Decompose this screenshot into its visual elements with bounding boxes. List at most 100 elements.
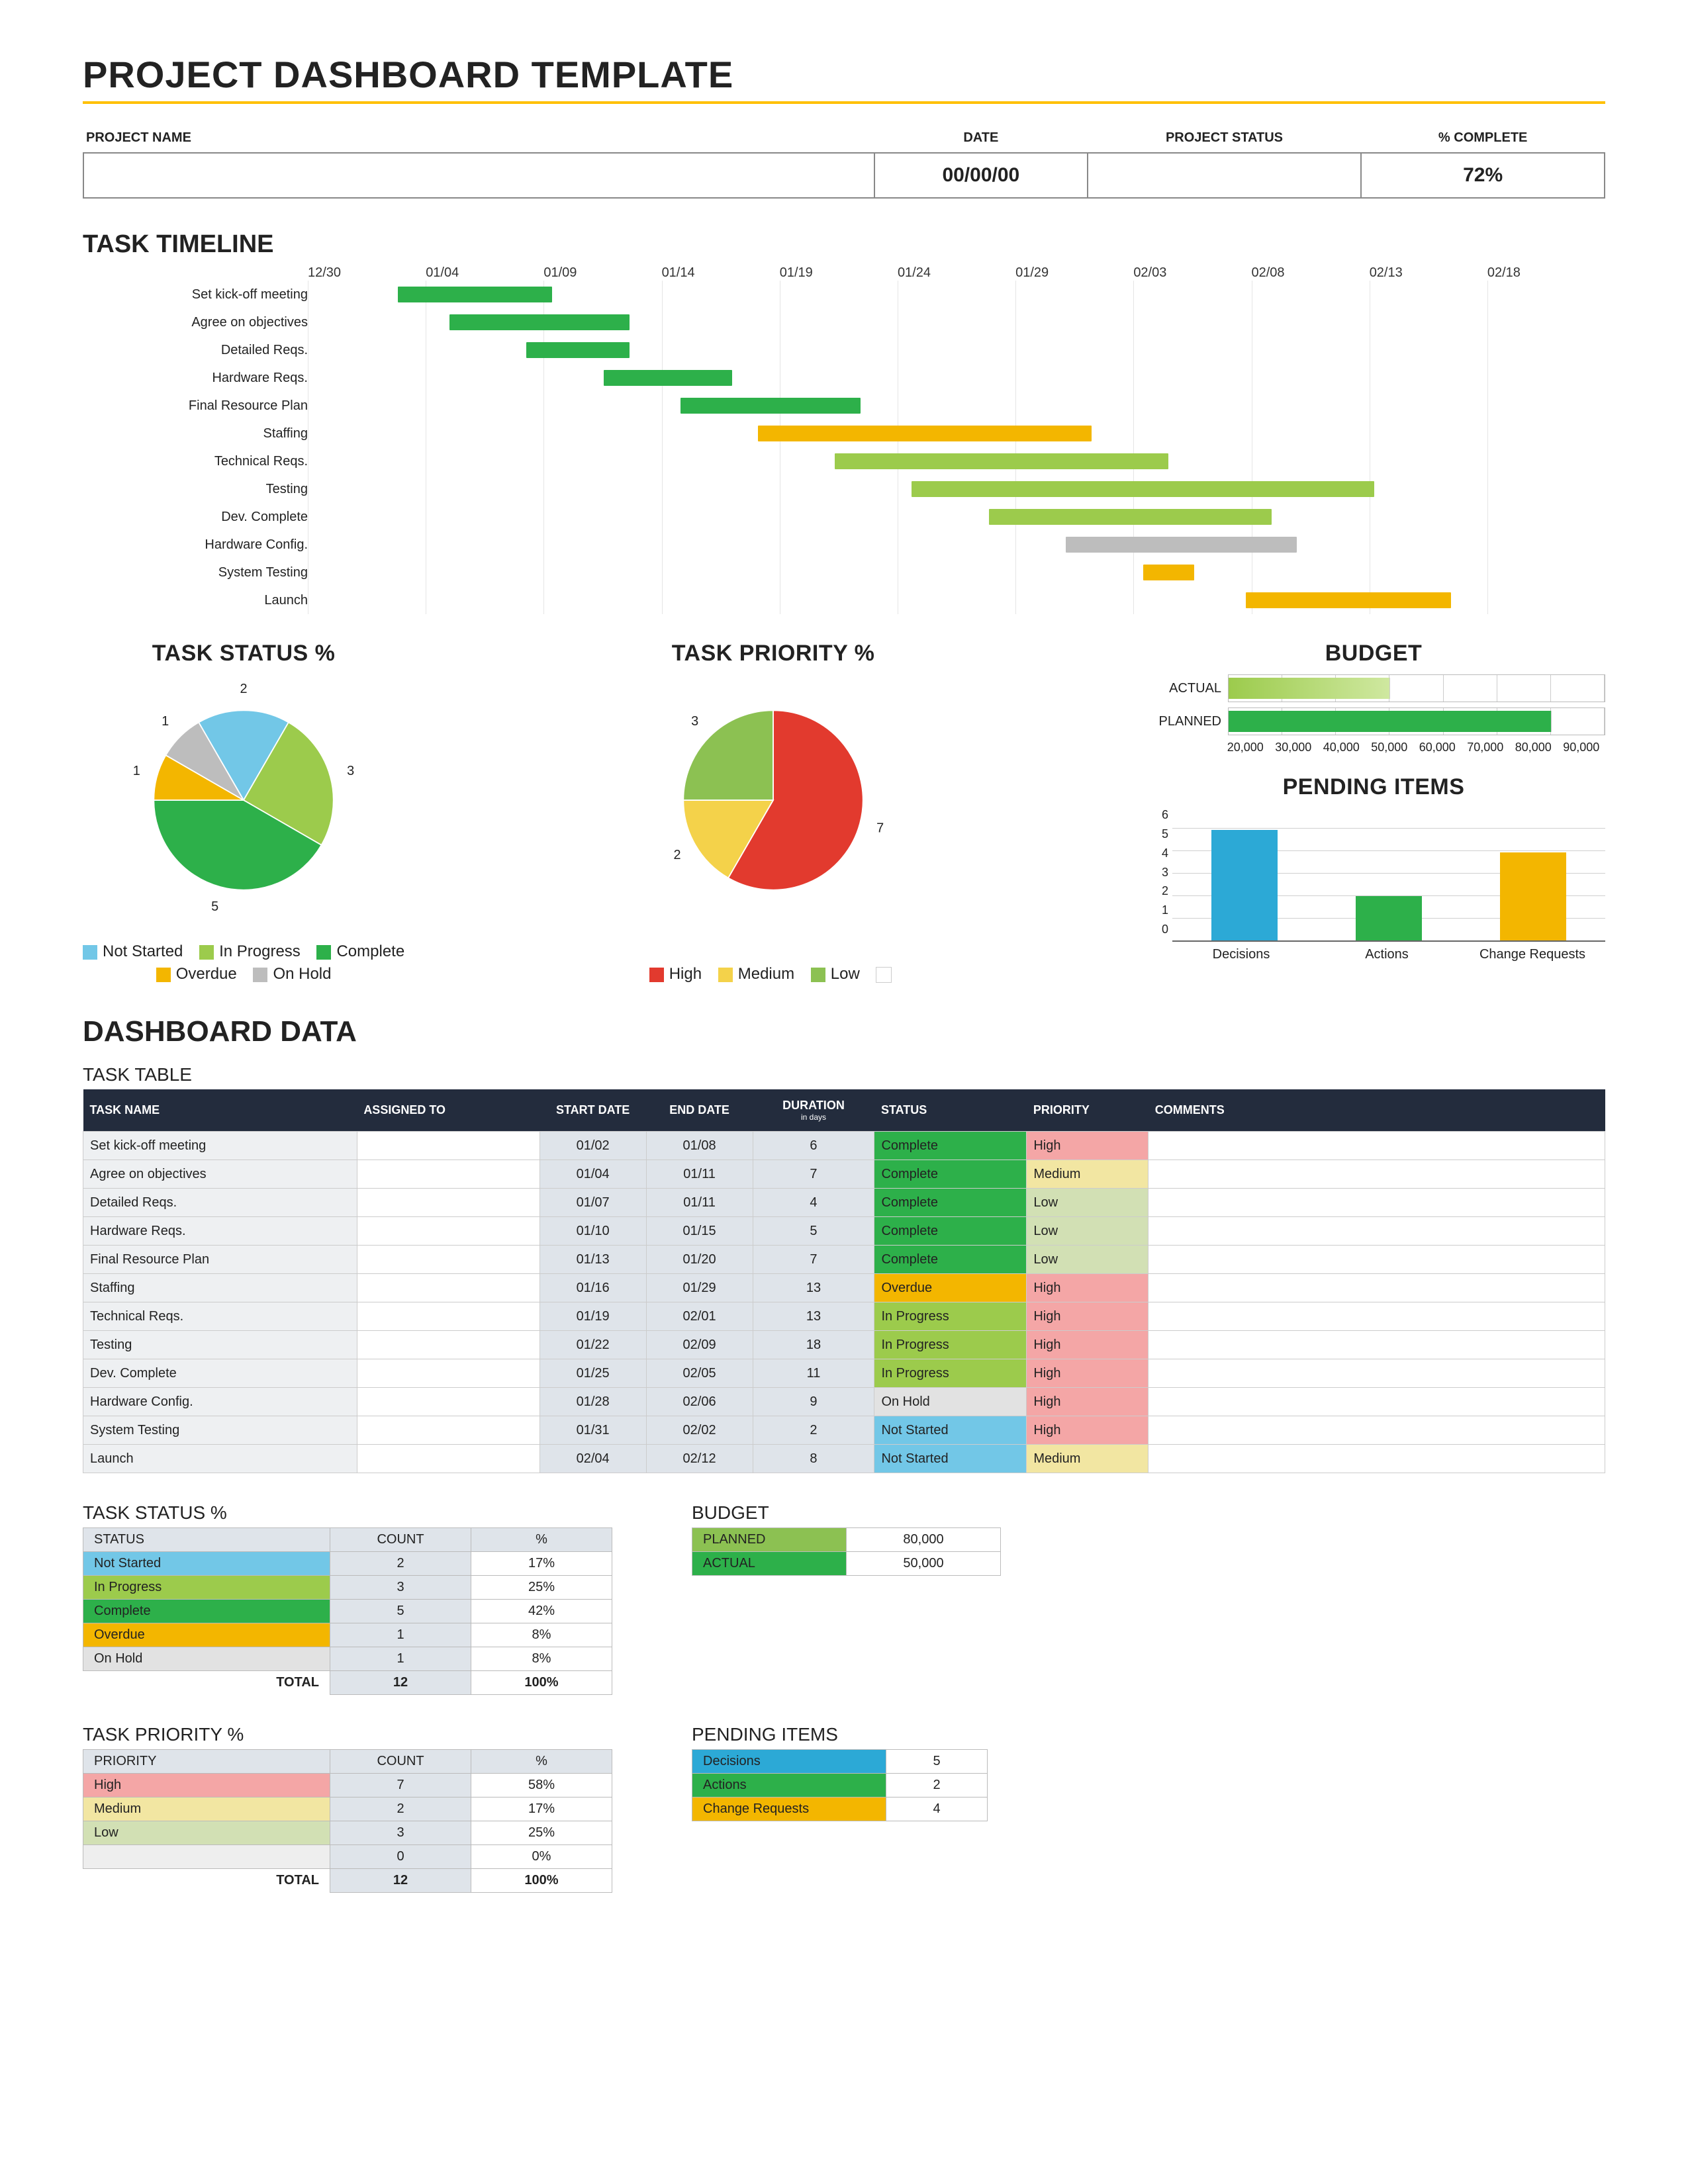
- pie-value-label: 2: [240, 682, 248, 696]
- priority-sum-row: Low325%: [83, 1821, 612, 1845]
- pending-title: PENDING ITEMS: [1142, 774, 1605, 800]
- ss-th-status: STATUS: [83, 1528, 330, 1552]
- ps-th-count: COUNT: [330, 1750, 471, 1774]
- task-row: Set kick-off meeting01/0201/086CompleteH…: [83, 1132, 1605, 1160]
- gantt-row: Dev. Complete: [83, 503, 1605, 531]
- budget-table-title: BUDGET: [692, 1502, 1001, 1524]
- status-sum-row: In Progress325%: [83, 1576, 612, 1600]
- th-assigned: ASSIGNED TO: [357, 1089, 539, 1132]
- right-charts: BUDGET ACTUALPLANNED 20,00030,00040,0005…: [1142, 641, 1605, 983]
- gantt-bar: [449, 314, 630, 330]
- gantt-task-label: Agree on objectives: [83, 315, 321, 330]
- pie-value-label: 7: [876, 821, 884, 836]
- budget-table: PLANNED 80,000 ACTUAL 50,000: [692, 1527, 1001, 1576]
- pie-value-label: 5: [211, 899, 218, 914]
- gantt-task-label: Testing: [83, 482, 321, 497]
- pie-value-label: 2: [674, 848, 681, 862]
- gantt-task-label: Hardware Config.: [83, 537, 321, 553]
- task-priority-pie: TASK PRIORITY % 723 High Medium Low: [647, 641, 899, 983]
- status-summary-table: STATUS COUNT % Not Started217%In Progres…: [83, 1527, 612, 1695]
- gantt-bar: [912, 481, 1374, 497]
- task-table-title: TASK TABLE: [83, 1064, 1605, 1085]
- gantt-row: Agree on objectives: [83, 308, 1605, 336]
- pending-col: [1172, 830, 1317, 940]
- bt-planned-val: 80,000: [847, 1528, 1001, 1552]
- status-sum-row: On Hold18%: [83, 1647, 612, 1671]
- budget-row: ACTUAL: [1142, 674, 1605, 702]
- budget-row-label: PLANNED: [1142, 714, 1228, 729]
- pending-row: Decisions5: [692, 1750, 988, 1774]
- task-row: Hardware Reqs.01/1001/155CompleteLow: [83, 1217, 1605, 1246]
- th-name: TASK NAME: [83, 1089, 357, 1132]
- gantt-bar: [604, 370, 732, 386]
- dashboard-data-title: DASHBOARD DATA: [83, 1015, 1605, 1048]
- ps-th-priority: PRIORITY: [83, 1750, 330, 1774]
- budget-bar: [1229, 678, 1390, 699]
- priority-summary-title: TASK PRIORITY %: [83, 1724, 612, 1745]
- gantt-row: Staffing: [83, 420, 1605, 447]
- gantt-bar: [680, 398, 861, 414]
- th-priority: PRIORITY: [1027, 1089, 1149, 1132]
- budget-chart: BUDGET ACTUALPLANNED 20,00030,00040,0005…: [1142, 641, 1605, 754]
- gantt-task-label: Staffing: [83, 426, 321, 441]
- gantt-bar: [398, 287, 552, 302]
- status-sum-row: Complete542%: [83, 1600, 612, 1623]
- pie-value-label: 1: [162, 714, 169, 729]
- priority-sum-row: Medium217%: [83, 1797, 612, 1821]
- pie-value-label: 1: [133, 764, 140, 778]
- gantt-task-label: Final Resource Plan: [83, 398, 321, 414]
- task-row: Agree on objectives01/0401/117CompleteMe…: [83, 1160, 1605, 1189]
- gantt-row: Set kick-off meeting: [83, 281, 1605, 308]
- page-title: PROJECT DASHBOARD TEMPLATE: [83, 53, 1605, 104]
- status-sum-row: Not Started217%: [83, 1552, 612, 1576]
- pending-row: Change Requests4: [692, 1797, 988, 1821]
- bt-actual-val: 50,000: [847, 1552, 1001, 1576]
- task-table-header: TASK NAME ASSIGNED TO START DATE END DAT…: [83, 1089, 1605, 1132]
- gantt-row: System Testing: [83, 559, 1605, 586]
- th-status: STATUS: [874, 1089, 1027, 1132]
- task-row: Staffing01/1601/2913OverdueHigh: [83, 1274, 1605, 1302]
- gantt-task-label: Hardware Reqs.: [83, 371, 321, 386]
- gantt-task-label: Set kick-off meeting: [83, 287, 321, 302]
- priority-sum-total: TOTAL12100%: [83, 1869, 612, 1893]
- pending-col: [1317, 896, 1461, 940]
- gantt-row: Hardware Reqs.: [83, 364, 1605, 392]
- task-status-pie: TASK STATUS % 2 3 5 1 1 Not Started In Progr…: [83, 641, 404, 983]
- status-sum-row: Overdue18%: [83, 1623, 612, 1647]
- pending-col: [1461, 852, 1605, 940]
- ps-th-pct: %: [471, 1750, 612, 1774]
- gantt-bar: [835, 453, 1168, 469]
- gantt-bar: [758, 426, 1092, 441]
- hdr-project-name: PROJECT NAME: [83, 124, 874, 153]
- gantt-row: Detailed Reqs.: [83, 336, 1605, 364]
- budget-row: PLANNED: [1142, 707, 1605, 735]
- gantt-row: Hardware Config.: [83, 531, 1605, 559]
- task-row: Final Resource Plan01/1301/207CompleteLo…: [83, 1246, 1605, 1274]
- budget-table-block: BUDGET PLANNED 80,000 ACTUAL 50,000: [692, 1486, 1001, 1576]
- pending-table: Decisions5Actions2Change Requests4: [692, 1749, 988, 1821]
- budget-row-label: ACTUAL: [1142, 681, 1228, 696]
- status-legend: Not Started In Progress Complete Overdue…: [83, 942, 404, 983]
- task-status-title: TASK STATUS %: [83, 641, 404, 666]
- pie-value-label: 3: [347, 764, 354, 778]
- pending-row: Actions2: [692, 1774, 988, 1797]
- hdr-date: DATE: [874, 124, 1088, 153]
- val-date[interactable]: 00/00/00: [874, 153, 1088, 198]
- pending-table-title: PENDING ITEMS: [692, 1724, 988, 1745]
- ss-th-pct: %: [471, 1528, 612, 1552]
- gantt-row: Technical Reqs.: [83, 447, 1605, 475]
- pending-bar: [1211, 830, 1278, 940]
- val-project-name[interactable]: [83, 153, 874, 198]
- gantt-task-label: Dev. Complete: [83, 510, 321, 525]
- val-complete[interactable]: 72%: [1361, 153, 1605, 198]
- val-status[interactable]: [1088, 153, 1362, 198]
- gantt-row: Final Resource Plan: [83, 392, 1605, 420]
- budget-title: BUDGET: [1142, 641, 1605, 666]
- pending-chart: PENDING ITEMS 0123456 DecisionsActionsCh…: [1142, 774, 1605, 962]
- gantt-task-label: Launch: [83, 593, 321, 608]
- gantt-row: Launch: [83, 586, 1605, 614]
- gantt-bar: [1246, 592, 1451, 608]
- status-summary-block: TASK STATUS % STATUS COUNT % Not Started…: [83, 1486, 612, 1695]
- pending-bar: [1356, 896, 1422, 940]
- hdr-status: PROJECT STATUS: [1088, 124, 1362, 153]
